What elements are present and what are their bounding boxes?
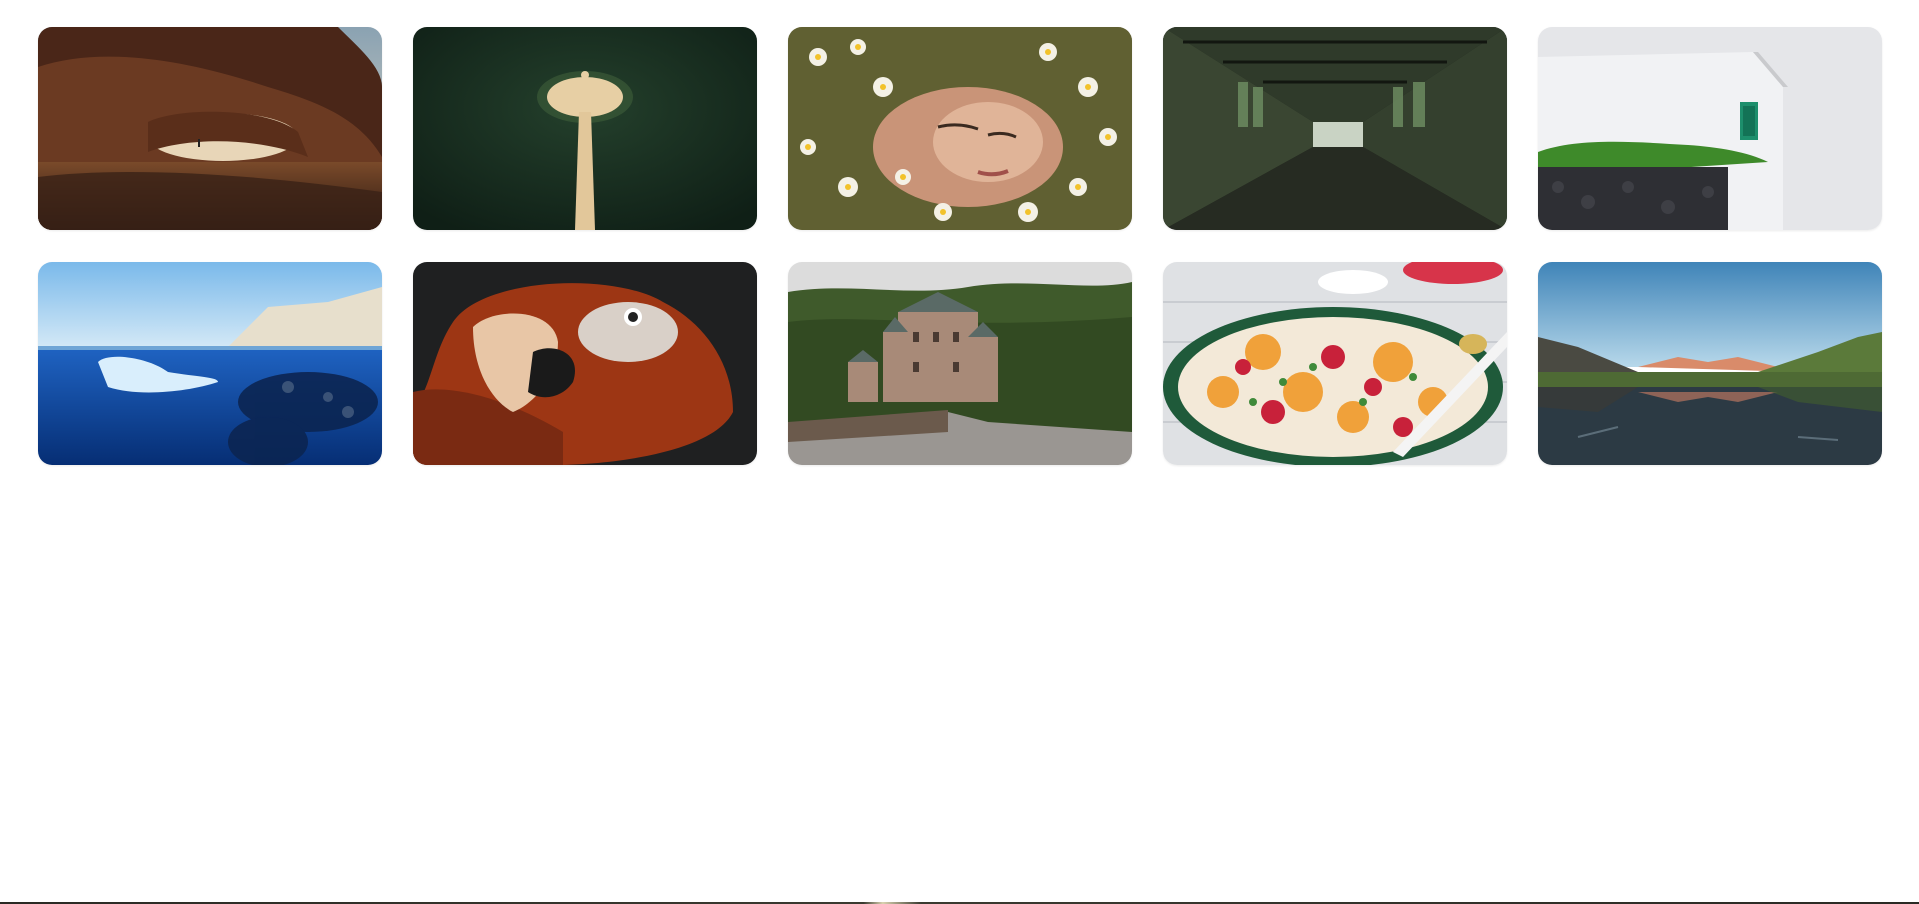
- gallery-image-macaw-parrot[interactable]: [413, 262, 757, 465]
- gallery-image-iceberg-underwater[interactable]: [38, 262, 382, 465]
- gallery-image-woman-in-daisies[interactable]: [788, 27, 1132, 230]
- gallery-image-desert-arch[interactable]: [38, 27, 382, 230]
- gallery-image-white-house-green-window[interactable]: [1538, 27, 1882, 230]
- gallery-image-castle-in-forest[interactable]: [788, 262, 1132, 465]
- gallery-image-forest-path-aerial[interactable]: [413, 27, 757, 230]
- gallery-image-citrus-salad-plate[interactable]: [1163, 262, 1507, 465]
- image-gallery: [38, 27, 1882, 465]
- gallery-image-abandoned-corridor[interactable]: [1163, 27, 1507, 230]
- gallery-image-mountain-lake[interactable]: [1538, 262, 1882, 465]
